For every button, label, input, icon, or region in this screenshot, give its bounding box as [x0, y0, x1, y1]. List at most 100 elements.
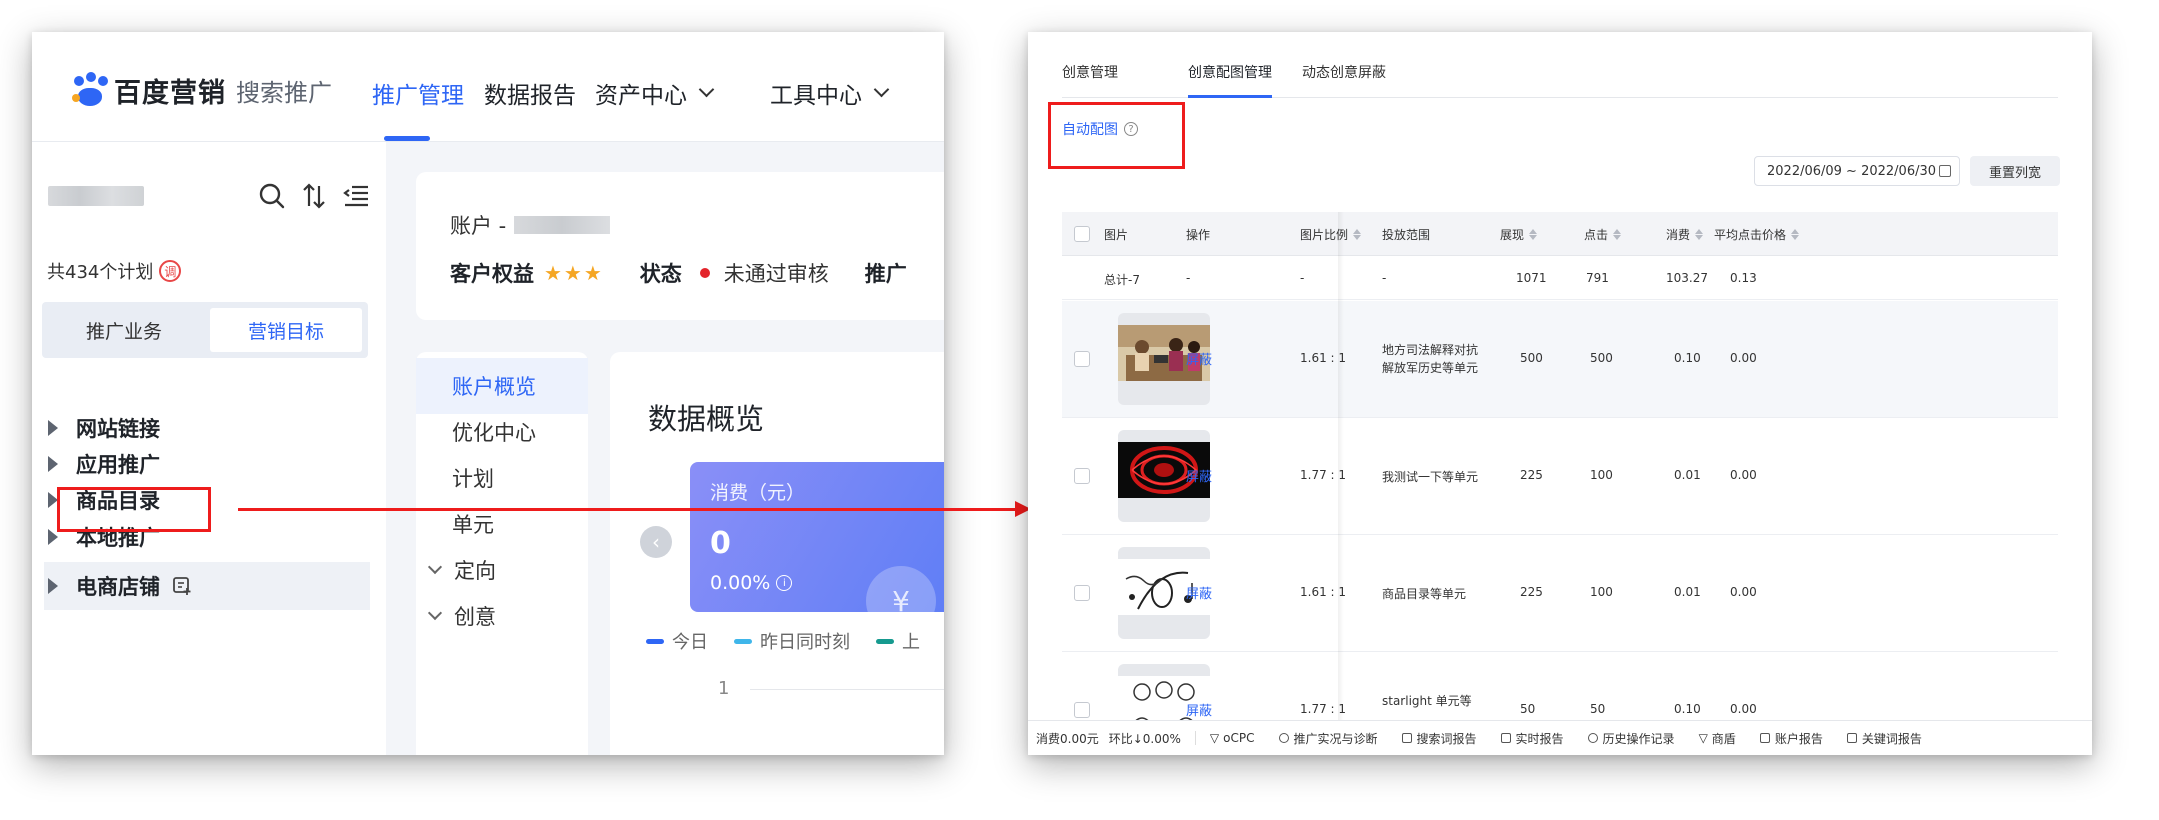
- reset-column-width-button[interactable]: 重置列宽: [1970, 156, 2060, 186]
- account-subnav: 账户概览 优化中心 计划 单元 定向 创意: [416, 352, 588, 755]
- date-range-picker[interactable]: 2022/06/09 ~ 2022/06/30: [1754, 156, 1960, 186]
- overview-title: 数据概览: [648, 402, 765, 436]
- legend-yesterday[interactable]: 昨日同时刻: [734, 628, 850, 654]
- block-link[interactable]: 屏蔽: [1186, 700, 1212, 719]
- account-title: 账户 -: [450, 210, 611, 240]
- block-link[interactable]: 屏蔽: [1186, 349, 1212, 368]
- annotation-highlight-box: [57, 487, 211, 532]
- nav-asset-center[interactable]: 资产中心: [595, 76, 715, 110]
- diagnosis-link[interactable]: 推广实况与诊断: [1278, 730, 1378, 747]
- col-avg-cpc[interactable]: 平均点击价格: [1714, 226, 1800, 243]
- promo-label: 推广: [864, 262, 907, 286]
- realtime-report-link[interactable]: 实时报告: [1500, 730, 1564, 747]
- row-checkbox[interactable]: [1074, 585, 1090, 601]
- segment-promotion-business[interactable]: 推广业务: [48, 308, 200, 352]
- tab-creative-management[interactable]: 创意管理: [1062, 62, 1118, 82]
- status-dot-icon: [699, 268, 710, 278]
- row-checkbox[interactable]: [1074, 468, 1090, 484]
- ocpc-link[interactable]: ▽ oCPC: [1210, 731, 1255, 745]
- subnav-creative[interactable]: 创意: [416, 588, 588, 644]
- report-icon: [1846, 733, 1857, 743]
- account-card: 账户 - 客户权益 ★★★ 状态 未通过审核 推广: [416, 172, 944, 320]
- col-scope: 投放范围: [1382, 228, 1431, 242]
- shield-icon: ▽: [1698, 731, 1708, 745]
- product-name: 搜索推广: [236, 78, 332, 107]
- table-row[interactable]: 屏蔽 1.77 : 1 我测试一下等单元 225 100 0.01 0.00: [1062, 418, 2058, 535]
- active-tab-underline: [384, 136, 430, 141]
- row-checkbox[interactable]: [1074, 702, 1090, 718]
- tree-item-ecommerce-store[interactable]: 电商店铺: [48, 564, 192, 608]
- annotation-highlight-box: [1048, 102, 1185, 169]
- report-icon: [1401, 733, 1412, 743]
- info-icon[interactable]: i: [776, 575, 793, 591]
- caret-right-icon: [48, 420, 58, 436]
- account-report-link[interactable]: 账户报告: [1759, 730, 1823, 747]
- filter-icon: ▽: [1209, 731, 1220, 745]
- metric-change: 0.00% i: [710, 572, 793, 594]
- keyword-report-link[interactable]: 关键词报告: [1846, 730, 1922, 747]
- collapse-list-icon[interactable]: [342, 182, 370, 210]
- brand-name: 百度营销: [114, 77, 226, 109]
- chart-axis-tick: 1: [718, 678, 730, 699]
- cost-ratio: 环比↓0.00%: [1108, 731, 1181, 746]
- carousel-prev-button[interactable]: ‹: [640, 526, 672, 558]
- col-action: 操作: [1186, 228, 1211, 242]
- active-tab-underline: [1188, 95, 1272, 98]
- cost-metric-card[interactable]: 消费（元） 0 0.00% i ¥: [690, 462, 944, 636]
- chart-legend: 今日 昨日同时刻 上: [646, 628, 944, 654]
- chart-gridline: [750, 689, 944, 690]
- account-name-redacted: [48, 186, 144, 206]
- sort-icon[interactable]: [300, 182, 328, 210]
- nav-promotion-management[interactable]: 推广管理: [372, 76, 464, 110]
- table-row[interactable]: 屏蔽 1.61 : 1 地方司法解释对抗解放军历史等单元 500 500 0.1…: [1062, 301, 2058, 418]
- search-term-report-link[interactable]: 搜索词报告: [1401, 730, 1477, 747]
- status-label: 状态: [639, 262, 682, 286]
- main-content: 账户 - 客户权益 ★★★ 状态 未通过审核 推广 账户概览 优化中心 计划 单…: [386, 142, 944, 755]
- report-icon: [1759, 733, 1770, 743]
- cost-summary: 消费0.00元: [1036, 731, 1099, 746]
- adjust-badge-icon[interactable]: 调: [159, 260, 182, 282]
- legend-today[interactable]: 今日: [646, 628, 708, 654]
- col-image: 图片: [1104, 228, 1129, 242]
- plan-sidebar: 共434个计划 调 推广业务 营销目标 网站链接 应用推广 商品目录 本地推广 …: [32, 142, 386, 755]
- chevron-left-icon: ‹: [652, 530, 660, 554]
- tab-dynamic-creative-block[interactable]: 动态创意屏蔽: [1302, 62, 1386, 82]
- search-icon[interactable]: [258, 182, 286, 210]
- nav-data-report[interactable]: 数据报告: [484, 76, 576, 110]
- sort-icon: [1695, 229, 1704, 240]
- segment-marketing-goal[interactable]: 营销目标: [210, 308, 362, 352]
- account-status-line: 客户权益 ★★★ 状态 未通过审核 推广: [450, 258, 907, 288]
- chevron-down-icon: [427, 559, 443, 575]
- baidu-ads-main-window: 百度营销 搜索推广 推广管理 数据报告 资产中心 工具中心 共434个计划 调 …: [32, 32, 944, 755]
- shangdun-link[interactable]: ▽ 商盾: [1699, 730, 1736, 747]
- brand-logo[interactable]: 百度营销 搜索推广: [72, 72, 332, 109]
- block-link[interactable]: 屏蔽: [1186, 466, 1212, 485]
- row-checkbox[interactable]: [1074, 351, 1090, 367]
- select-all-checkbox[interactable]: [1074, 226, 1090, 242]
- history-link[interactable]: 历史操作记录: [1587, 730, 1675, 747]
- sidebar-toolbar: [258, 182, 370, 210]
- metric-label: 消费（元）: [710, 482, 806, 504]
- tab-creative-image-management[interactable]: 创意配图管理: [1188, 62, 1272, 82]
- legend-last[interactable]: 上: [876, 628, 920, 654]
- metric-value: 0: [710, 526, 731, 561]
- sort-icon: [1529, 229, 1538, 240]
- chevron-down-icon: [873, 81, 890, 97]
- annotation-arrow: [238, 508, 1018, 511]
- col-cost[interactable]: 消费: [1666, 226, 1704, 243]
- col-clicks[interactable]: 点击: [1584, 226, 1622, 243]
- account-id-redacted: [514, 216, 611, 234]
- sort-icon: [1791, 229, 1800, 240]
- block-link[interactable]: 屏蔽: [1186, 583, 1212, 602]
- add-note-icon[interactable]: [172, 576, 192, 596]
- nav-tool-center[interactable]: 工具中心: [770, 76, 890, 110]
- col-ratio[interactable]: 图片比例: [1300, 226, 1362, 243]
- creative-image-window: 创意管理 创意配图管理 动态创意屏蔽 自动配图 ? 2022/06/09 ~ 2…: [1028, 32, 2092, 755]
- table-row[interactable]: 屏蔽 1.61 : 1 商品目录等单元 225 100 0.01 0.00: [1062, 535, 2058, 652]
- sort-icon: [1613, 229, 1622, 240]
- baidu-paw-icon: [72, 72, 108, 108]
- rights-stars: ★★★: [544, 261, 604, 285]
- data-overview-panel: 数据概览 ‹ 消费（元） 0 0.00% i ¥ 今日 昨日同时刻 上 1: [610, 352, 944, 755]
- col-impressions[interactable]: 展现: [1500, 226, 1538, 243]
- sort-icon: [1353, 229, 1362, 240]
